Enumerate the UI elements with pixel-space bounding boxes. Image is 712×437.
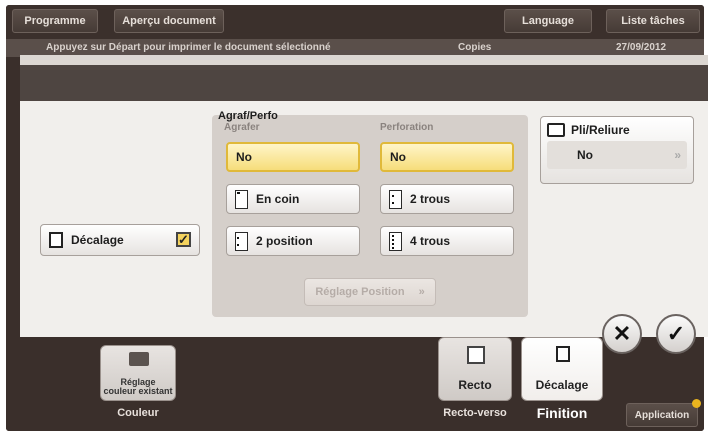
language-button[interactable]: Language: [504, 9, 592, 33]
date-label: 27/09/2012: [616, 42, 667, 53]
agrafer-en-coin-button[interactable]: En coin: [226, 184, 360, 214]
reglage-couleur-label: Réglage couleur existant: [103, 377, 173, 396]
staple-two-position-icon: [235, 231, 248, 251]
pli-reliure-button[interactable]: Pli/Reliure No »: [540, 116, 694, 184]
dialog-header: [20, 65, 708, 101]
staple-corner-icon: [235, 189, 248, 209]
perforation-4-trous-label: 4 trous: [410, 234, 451, 248]
perforation-no-button[interactable]: No: [380, 142, 514, 172]
pli-reliure-value-box: No »: [547, 141, 687, 169]
punch-two-holes-icon: [389, 189, 402, 209]
book-icon: [547, 123, 565, 137]
perforation-no-label: No: [390, 150, 406, 164]
reglage-position-label: Réglage Position: [315, 286, 405, 298]
perforation-2-trous-button[interactable]: 2 trous: [380, 184, 514, 214]
couleur-label: Couleur: [117, 407, 159, 419]
decalage-label: Décalage: [71, 233, 124, 247]
decalage-tile[interactable]: Décalage: [521, 337, 603, 401]
notification-dot: [692, 399, 701, 408]
status-message: Appuyez sur Départ pour imprimer le docu…: [46, 42, 331, 53]
ok-button[interactable]: ✓: [656, 314, 696, 354]
agraf-perfo-label: Agraf/Perfo: [218, 110, 278, 122]
application-button[interactable]: Application: [626, 403, 698, 427]
decalage-button[interactable]: Décalage ✓: [40, 224, 200, 256]
perforation-4-trous-button[interactable]: 4 trous: [380, 226, 514, 256]
agrafer-label: Agrafer: [224, 122, 260, 133]
duplex-icon: [467, 346, 485, 364]
programme-button[interactable]: Programme: [12, 9, 98, 33]
pli-reliure-value: No: [577, 148, 593, 162]
agrafer-en-coin-label: En coin: [256, 192, 300, 206]
dialog-top-edge: [20, 55, 708, 65]
close-icon: ✕: [612, 321, 632, 346]
perforation-2-trous-label: 2 trous: [410, 192, 451, 206]
recto-label: Recto: [458, 378, 492, 392]
offset-icon: [556, 346, 570, 362]
offset-icon: [49, 232, 63, 248]
finition-label: Finition: [536, 405, 588, 421]
reglage-position-button[interactable]: Réglage Position »: [304, 278, 436, 306]
recto-tile[interactable]: Recto: [438, 337, 512, 401]
agrafer-no-label: No: [236, 150, 252, 164]
close-button[interactable]: ✕: [602, 314, 642, 354]
pli-reliure-title: Pli/Reliure: [571, 123, 630, 137]
liste-taches-button[interactable]: Liste tâches: [606, 9, 700, 33]
punch-four-holes-icon: [389, 231, 402, 251]
recto-verso-label: Recto-verso: [443, 407, 507, 419]
top-bar: Programme Aperçu document Language Liste…: [6, 5, 704, 39]
checkbox-checked-icon[interactable]: ✓: [176, 232, 191, 247]
bottom-bar: Réglage couleur existant Couleur Recto R…: [6, 335, 704, 431]
decalage-tile-label: Décalage: [535, 378, 589, 392]
printer-icon: [129, 352, 149, 366]
perforation-label: Perforation: [380, 122, 434, 133]
agrafer-2-position-button[interactable]: 2 position: [226, 226, 360, 256]
apercu-document-button[interactable]: Aperçu document: [114, 9, 224, 33]
double-chevron-right-icon: »: [418, 286, 425, 298]
agrafer-no-button[interactable]: No: [226, 142, 360, 172]
double-chevron-right-icon: »: [674, 148, 681, 162]
checkmark-icon: ✓: [666, 321, 686, 346]
reglage-couleur-tile[interactable]: Réglage couleur existant: [100, 345, 176, 401]
copies-label: Copies: [458, 42, 492, 53]
agrafer-2-position-label: 2 position: [256, 234, 313, 248]
